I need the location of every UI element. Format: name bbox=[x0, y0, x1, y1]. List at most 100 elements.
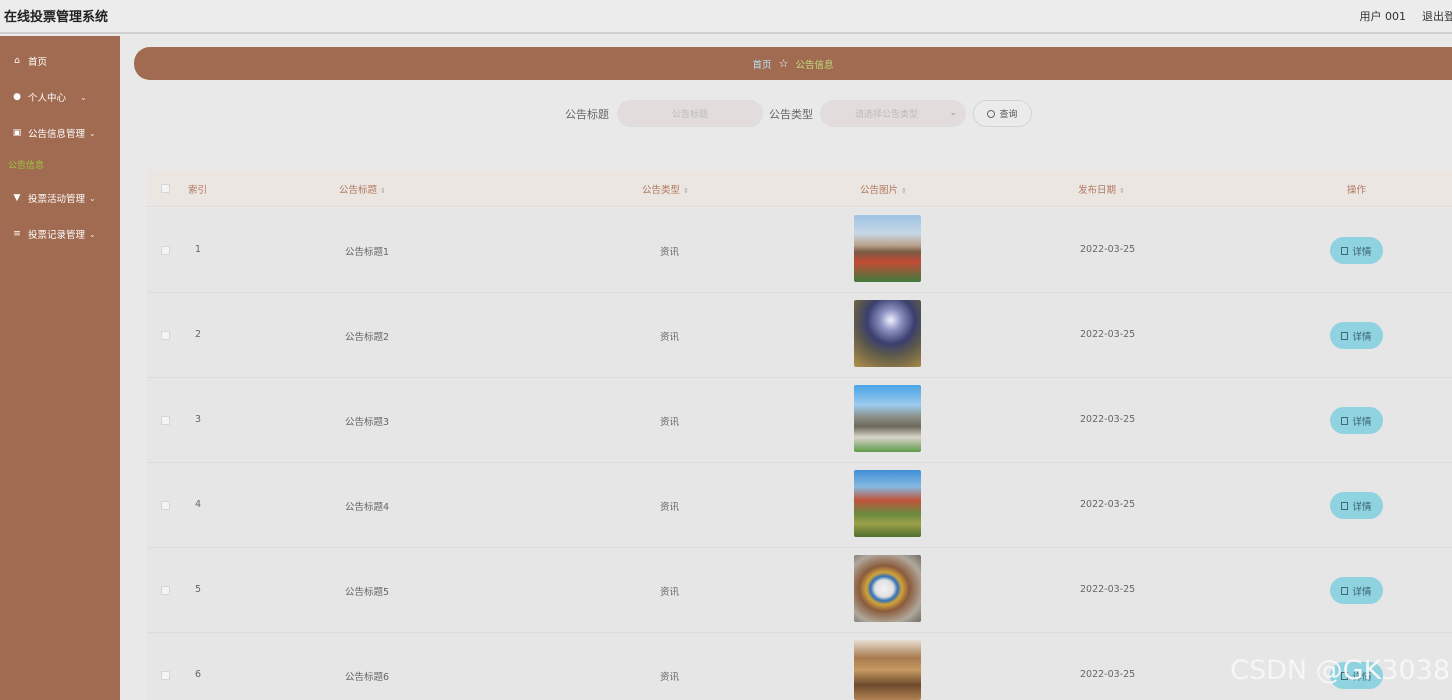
chevron-down-icon: ⌄ bbox=[89, 193, 96, 203]
search-button-label: 查询 bbox=[999, 110, 1018, 120]
chevron-down-icon: ⌄ bbox=[80, 92, 87, 102]
type-select-placeholder: 请选择公告类型 bbox=[855, 110, 919, 120]
chevron-down-icon: ⌄ bbox=[89, 128, 96, 138]
row-type: 资讯 bbox=[660, 332, 680, 343]
row-index: 1 bbox=[195, 244, 202, 255]
title-search-label: 公告标题 bbox=[565, 108, 609, 121]
row-index: 6 bbox=[195, 669, 202, 680]
document-icon bbox=[1341, 501, 1349, 510]
row-date: 2022-03-25 bbox=[1080, 244, 1136, 255]
detail-button[interactable]: 详情 bbox=[1330, 492, 1383, 519]
row-checkbox[interactable] bbox=[161, 246, 170, 255]
column-header-label: 公告类型 bbox=[642, 185, 681, 196]
detail-button[interactable]: 详情 bbox=[1330, 407, 1383, 434]
home-icon: ⌂ bbox=[14, 56, 20, 66]
column-header-date[interactable]: 发布日期 ⇕ bbox=[1078, 182, 1125, 196]
type-search-label: 公告类型 bbox=[769, 108, 813, 121]
row-title: 公告标题6 bbox=[345, 672, 390, 683]
row-title: 公告标题3 bbox=[345, 417, 390, 428]
watermark: CSDN @GK3038 bbox=[1230, 655, 1450, 686]
detail-button-label: 详情 bbox=[1352, 501, 1372, 513]
detail-button-label: 详情 bbox=[1352, 331, 1372, 343]
detail-button-label: 详情 bbox=[1352, 246, 1372, 258]
row-title: 公告标题2 bbox=[345, 332, 390, 343]
detail-button-label: 详情 bbox=[1352, 586, 1372, 598]
column-header-label: 公告图片 bbox=[860, 185, 899, 196]
row-title: 公告标题1 bbox=[345, 247, 390, 258]
logout-link[interactable]: 退出登录 bbox=[1422, 8, 1452, 24]
row-title: 公告标题4 bbox=[345, 502, 390, 513]
sidebar-item-vote-activity[interactable]: ▼ 投票活动管理 ⌄ bbox=[0, 188, 120, 208]
column-header-label: 发布日期 bbox=[1078, 185, 1117, 196]
notice-image[interactable] bbox=[854, 470, 921, 537]
notice-image[interactable] bbox=[854, 215, 921, 282]
row-date: 2022-03-25 bbox=[1080, 669, 1136, 680]
row-checkbox[interactable] bbox=[161, 586, 170, 595]
chevron-down-icon: ⌄ bbox=[89, 229, 96, 239]
row-date: 2022-03-25 bbox=[1080, 584, 1136, 595]
row-checkbox[interactable] bbox=[161, 671, 170, 680]
search-button[interactable]: 查询 bbox=[973, 100, 1032, 127]
sidebar-item-label: 投票记录管理 bbox=[28, 230, 86, 241]
sort-icon: ⇕ bbox=[1119, 187, 1125, 195]
column-header-type[interactable]: 公告类型 ⇕ bbox=[642, 182, 689, 196]
title-search-input[interactable]: 公告标题 bbox=[617, 100, 763, 127]
star-icon: ☆ bbox=[778, 57, 789, 70]
sidebar-item-home[interactable]: ⌂ 首页 bbox=[0, 51, 120, 71]
document-icon bbox=[1341, 586, 1349, 595]
sidebar-item-vote-records[interactable]: ≡ 投票记录管理 ⌄ bbox=[0, 224, 120, 244]
row-checkbox[interactable] bbox=[161, 416, 170, 425]
document-icon bbox=[1341, 246, 1349, 255]
row-type: 资讯 bbox=[660, 587, 680, 598]
detail-button[interactable]: 详情 bbox=[1330, 577, 1383, 604]
breadcrumb: 首页 ☆ 公告信息 bbox=[134, 47, 1452, 80]
top-header: 在线投票管理系统 用户 001 退出登录 bbox=[0, 0, 1452, 34]
current-user[interactable]: 用户 001 bbox=[1360, 8, 1407, 24]
table-row: 1 公告标题1 资讯 2022-03-25 详情 bbox=[147, 208, 1452, 293]
sort-icon: ⇕ bbox=[901, 187, 907, 195]
row-date: 2022-03-25 bbox=[1080, 499, 1136, 510]
column-header-index: 索引 bbox=[188, 185, 208, 196]
search-icon bbox=[987, 109, 996, 118]
row-checkbox[interactable] bbox=[161, 331, 170, 340]
breadcrumb-home[interactable]: 首页 bbox=[753, 57, 772, 71]
row-index: 2 bbox=[195, 329, 202, 340]
breadcrumb-current: 公告信息 bbox=[795, 59, 834, 71]
select-all-checkbox[interactable] bbox=[161, 184, 170, 193]
column-header-title[interactable]: 公告标题 ⇕ bbox=[339, 182, 386, 196]
detail-button[interactable]: 详情 bbox=[1330, 322, 1383, 349]
table-header: 索引 公告标题 ⇕ 公告类型 ⇕ 公告图片 ⇕ 发布日期 ⇕ 操作 bbox=[147, 170, 1452, 207]
row-type: 资讯 bbox=[660, 672, 680, 683]
notice-image[interactable] bbox=[854, 300, 921, 367]
detail-button[interactable]: 详情 bbox=[1330, 237, 1383, 264]
row-index: 4 bbox=[195, 499, 202, 510]
notice-image[interactable] bbox=[854, 555, 921, 622]
sidebar-item-notice-management[interactable]: ▣ 公告信息管理 ⌄ bbox=[0, 123, 120, 143]
table-row: 4 公告标题4 资讯 2022-03-25 详情 bbox=[147, 463, 1452, 548]
sort-icon: ⇕ bbox=[683, 187, 689, 195]
type-select[interactable]: 请选择公告类型 ⌄ bbox=[820, 100, 966, 127]
sidebar-subitem-notice[interactable]: 公告信息 bbox=[8, 158, 44, 171]
row-type: 资讯 bbox=[660, 247, 680, 258]
column-header-image[interactable]: 公告图片 ⇕ bbox=[860, 182, 907, 196]
notice-image[interactable] bbox=[854, 640, 921, 700]
list-icon: ≡ bbox=[13, 229, 21, 239]
sidebar: ⌂ 首页 ● 个人中心 ⌄ ▣ 公告信息管理 ⌄ 公告信息 ▼ 投票活动管理 ⌄… bbox=[0, 36, 120, 700]
vote-icon: ▼ bbox=[13, 193, 21, 203]
row-type: 资讯 bbox=[660, 417, 680, 428]
notice-image[interactable] bbox=[854, 385, 921, 452]
sidebar-item-personal-center[interactable]: ● 个人中心 ⌄ bbox=[0, 87, 120, 107]
sidebar-item-label: 首页 bbox=[28, 57, 48, 68]
sidebar-item-label: 公告信息管理 bbox=[28, 129, 86, 140]
column-header-actions: 操作 bbox=[1347, 185, 1367, 196]
table-row: 5 公告标题5 资讯 2022-03-25 详情 bbox=[147, 548, 1452, 633]
sidebar-item-label: 投票活动管理 bbox=[28, 194, 86, 205]
row-type: 资讯 bbox=[660, 502, 680, 513]
notice-icon: ▣ bbox=[12, 128, 22, 138]
user-icon: ● bbox=[13, 92, 21, 102]
document-icon bbox=[1341, 416, 1349, 425]
row-checkbox[interactable] bbox=[161, 501, 170, 510]
app-title: 在线投票管理系统 bbox=[4, 10, 109, 25]
sidebar-item-label: 个人中心 bbox=[28, 93, 67, 104]
table-row: 3 公告标题3 资讯 2022-03-25 详情 bbox=[147, 378, 1452, 463]
